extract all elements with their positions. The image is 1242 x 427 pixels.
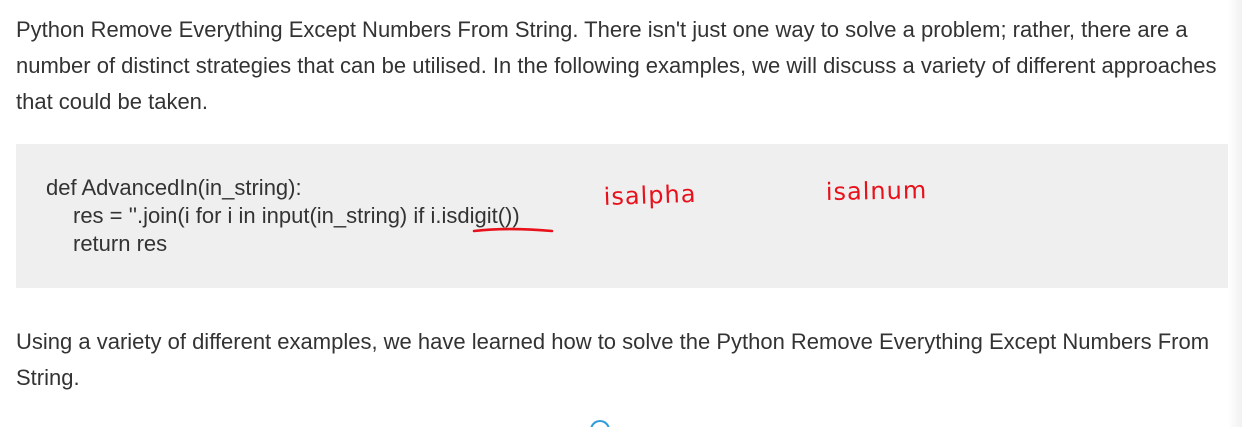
- code-line-res-suffix: ): [512, 203, 520, 228]
- code-line-res-prefix: res = ''.join(i for i in input(in_string…: [73, 203, 431, 228]
- intro-paragraph: Python Remove Everything Except Numbers …: [16, 17, 1217, 114]
- loading-spinner-icon: [590, 420, 610, 427]
- page-edge-shadow: [1228, 0, 1242, 427]
- code-line-return: return res: [73, 231, 168, 256]
- code-line-def: def AdvancedIn(in_string):: [46, 175, 302, 200]
- code-line-res: res = ''.join(i for i in input(in_string…: [73, 202, 520, 230]
- code-block: def AdvancedIn(in_string): res = ''.join…: [16, 144, 1231, 288]
- code-isdigit-call: i.isdigit(): [430, 203, 513, 228]
- outro-paragraph: Using a variety of different examples, w…: [16, 329, 1210, 390]
